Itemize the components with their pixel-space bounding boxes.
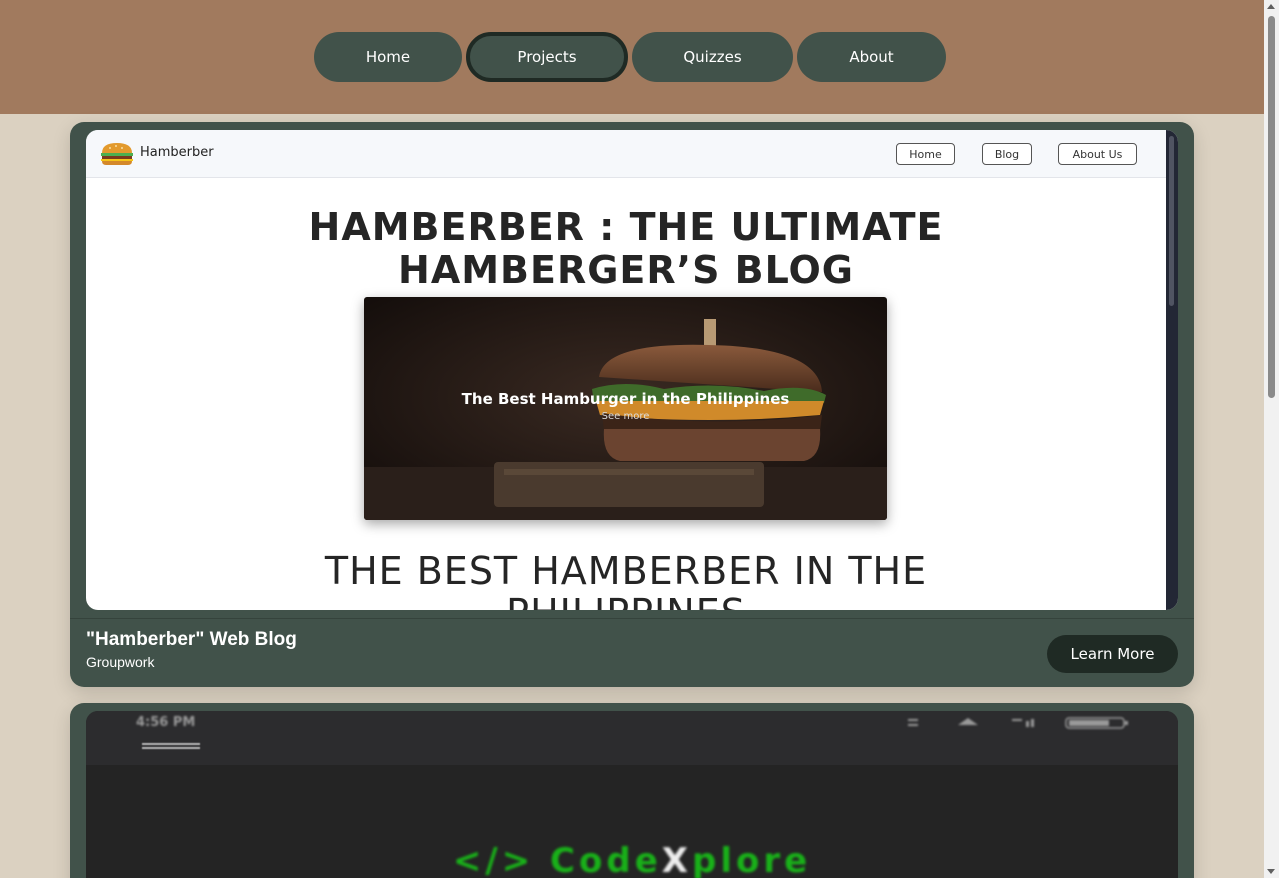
signal-battery-icon <box>908 717 1128 729</box>
project-title: "Hamberber" Web Blog <box>86 629 297 650</box>
preview-see-more-link: See more <box>601 411 650 422</box>
page-scrollbar-thumb[interactable] <box>1268 16 1275 398</box>
codexplore-logo: </> CodeXplore <box>452 841 812 878</box>
scroll-up-arrow-icon[interactable] <box>1267 4 1275 9</box>
status-icons <box>906 715 1136 734</box>
hamburger-photo <box>364 297 887 520</box>
learn-more-button[interactable]: Learn More <box>1047 635 1178 673</box>
preview-section-title: THE BEST HAMBERBER IN THE PHILIPPINES <box>324 549 928 610</box>
menu-icon <box>142 743 200 753</box>
page-scrollbar[interactable] <box>1264 0 1279 878</box>
preview-site-header: Hamberber Home Blog About Us <box>86 130 1166 178</box>
nav-projects-button[interactable]: Projects <box>466 32 628 82</box>
project-card: 4:56 PM </> CodeXplore <box>70 703 1194 878</box>
scroll-down-arrow-icon[interactable] <box>1267 869 1275 874</box>
preview-hero-caption: The Best Hamburger in the Philippines <box>461 390 790 408</box>
nav-about-button[interactable]: About <box>797 32 946 82</box>
preview-hero-image: The Best Hamburger in the Philippines Se… <box>364 297 887 520</box>
status-time: 4:56 PM <box>136 715 196 730</box>
project-card: Hamberber Home Blog About Us HAMBERBER :… <box>70 122 1194 687</box>
preview-nav-home: Home <box>896 143 955 165</box>
card-divider <box>70 618 1194 619</box>
nav-quizzes-button[interactable]: Quizzes <box>632 32 793 82</box>
project-preview[interactable]: Hamberber Home Blog About Us HAMBERBER :… <box>86 130 1178 610</box>
project-subtitle: Groupwork <box>86 654 155 670</box>
project-preview[interactable]: 4:56 PM </> CodeXplore <box>86 711 1178 878</box>
top-nav-bar: Home Projects Quizzes About <box>0 0 1264 114</box>
nav-home-button[interactable]: Home <box>314 32 462 82</box>
preview-nav-blog: Blog <box>982 143 1032 165</box>
burger-logo-icon <box>101 143 133 165</box>
preview-nav-about-us: About Us <box>1058 143 1137 165</box>
preview-scrollbar[interactable] <box>1166 130 1178 610</box>
phone-status-bar: 4:56 PM <box>86 711 1178 765</box>
preview-site-name: Hamberber <box>140 145 214 160</box>
preview-blog-heading: HAMBERBER : THE ULTIMATE HAMBERGER’S BLO… <box>308 205 944 292</box>
preview-scrollbar-thumb[interactable] <box>1169 136 1174 306</box>
